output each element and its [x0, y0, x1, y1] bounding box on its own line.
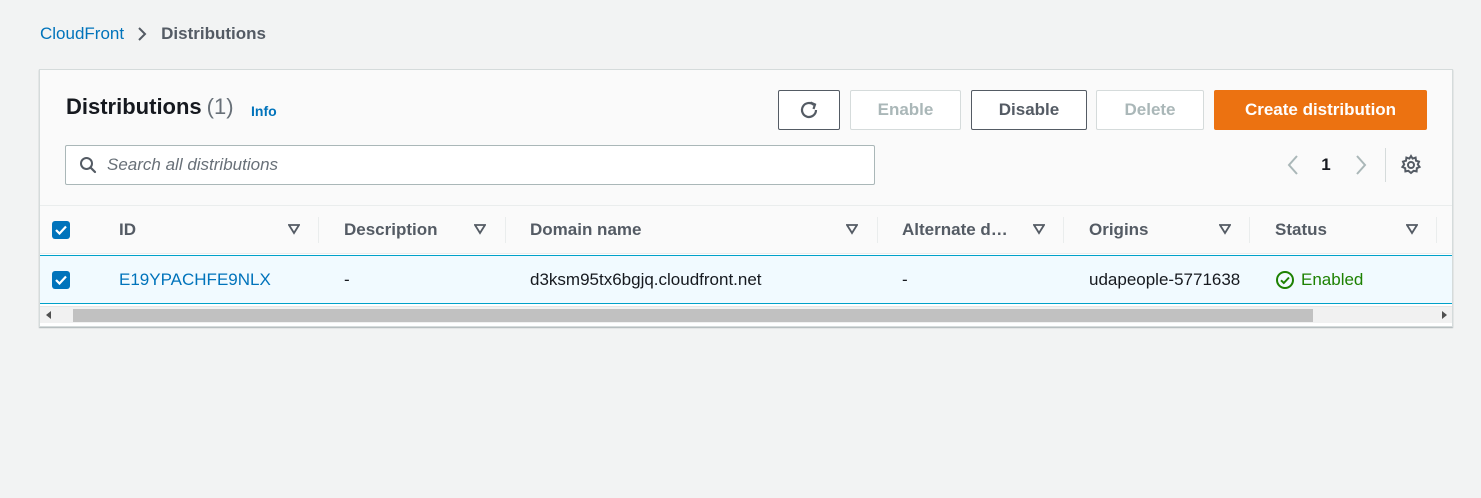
scroll-left-arrow-icon[interactable]	[40, 307, 57, 323]
scrollbar-thumb[interactable]	[73, 309, 1313, 322]
breadcrumb: CloudFront Distributions	[40, 23, 266, 45]
breadcrumb-current: Distributions	[161, 24, 266, 43]
chevron-right-icon	[137, 26, 147, 42]
column-header-origins[interactable]: Origins	[1089, 206, 1149, 254]
table-row[interactable]: E19YPACHFE9NLX - d3ksm95tx6bgjq.cloudfro…	[40, 255, 1452, 304]
horizontal-scrollbar[interactable]	[40, 306, 1452, 323]
column-header-id[interactable]: ID	[119, 206, 136, 254]
column-divider[interactable]	[505, 217, 506, 243]
column-divider[interactable]	[1436, 217, 1437, 243]
chevron-right-icon[interactable]	[1350, 150, 1372, 180]
cell-description: -	[344, 269, 350, 289]
refresh-button[interactable]	[778, 90, 840, 130]
status-text: Enabled	[1301, 269, 1364, 289]
cell-domain-name: d3ksm95tx6bgjq.cloudfront.net	[530, 269, 762, 289]
panel-header: Distributions (1) Info Enable Disable De…	[40, 70, 1452, 206]
distribution-count: (1)	[206, 94, 234, 119]
column-divider[interactable]	[1063, 217, 1064, 243]
column-header-alternate-domain[interactable]: Alternate d…	[902, 206, 1008, 254]
gear-icon[interactable]	[1398, 150, 1424, 180]
breadcrumb-cloudfront-link[interactable]: CloudFront	[40, 24, 124, 44]
pagination-divider	[1385, 148, 1386, 182]
distributions-panel: Distributions (1) Info Enable Disable De…	[39, 69, 1453, 327]
distribution-id-link[interactable]: E19YPACHFE9NLX	[119, 256, 309, 303]
delete-button[interactable]: Delete	[1096, 90, 1204, 130]
search-input[interactable]	[107, 155, 807, 175]
search-box	[65, 145, 875, 185]
check-circle-icon	[1276, 270, 1294, 289]
row-checkbox[interactable]	[52, 271, 70, 289]
enable-button[interactable]: Enable	[850, 90, 961, 130]
cell-alternate-domain: -	[902, 269, 908, 289]
select-all-checkbox[interactable]	[52, 221, 70, 239]
status-badge: Enabled	[1275, 256, 1435, 303]
column-divider[interactable]	[318, 217, 319, 243]
sort-icon[interactable]	[1406, 206, 1418, 254]
cell-origins: udapeople-5771638	[1089, 269, 1241, 289]
column-header-domain-name[interactable]: Domain name	[530, 206, 641, 254]
page-title: Distributions (1)	[66, 94, 234, 120]
search-icon	[79, 156, 97, 174]
sort-icon[interactable]	[846, 206, 858, 254]
create-distribution-button[interactable]: Create distribution	[1214, 90, 1427, 130]
sort-icon[interactable]	[1033, 206, 1045, 254]
sort-icon[interactable]	[474, 206, 486, 254]
column-divider[interactable]	[1249, 217, 1250, 243]
refresh-icon	[798, 99, 820, 121]
column-header-status[interactable]: Status	[1275, 206, 1327, 254]
sort-icon[interactable]	[288, 206, 300, 254]
table-header: ID Description Domain name Alternate d… …	[40, 206, 1452, 254]
chevron-left-icon[interactable]	[1282, 150, 1304, 180]
disable-button[interactable]: Disable	[971, 90, 1087, 130]
column-header-description[interactable]: Description	[344, 206, 438, 254]
column-divider[interactable]	[877, 217, 878, 243]
title-text: Distributions	[66, 94, 202, 119]
scroll-right-arrow-icon[interactable]	[1435, 307, 1452, 323]
info-link[interactable]: Info	[251, 103, 277, 119]
sort-icon[interactable]	[1219, 206, 1231, 254]
page-number[interactable]: 1	[1316, 150, 1336, 180]
